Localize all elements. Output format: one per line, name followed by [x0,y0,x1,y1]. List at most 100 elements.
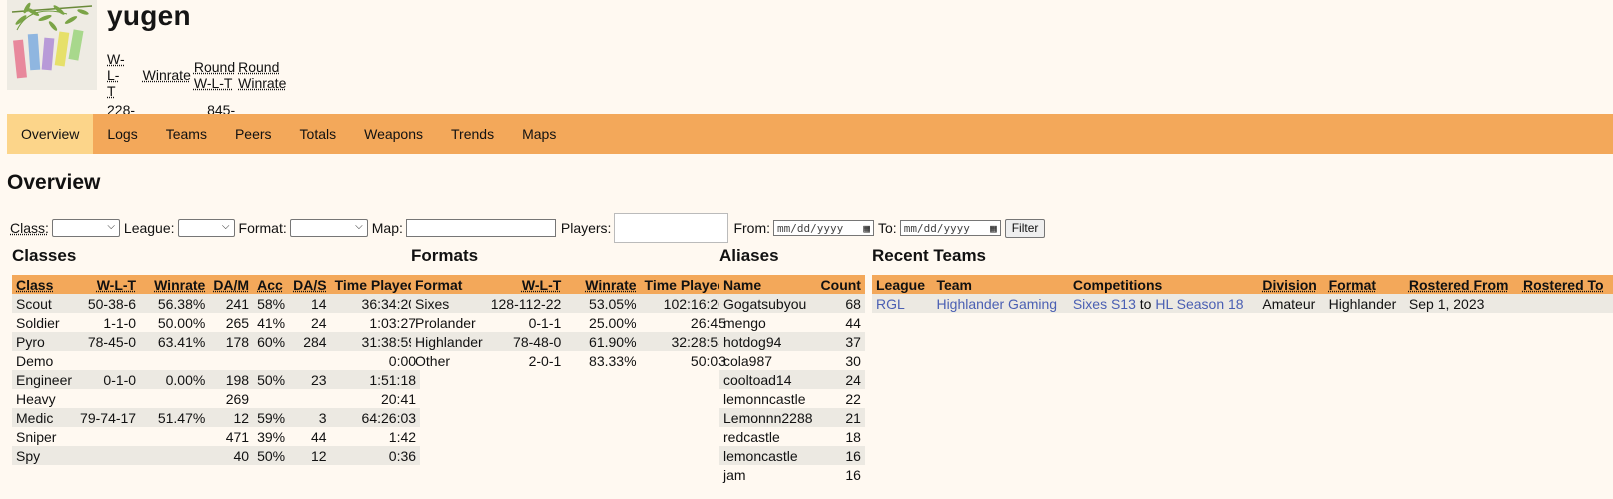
nav-tab-weapons[interactable]: Weapons [350,114,437,154]
table-cell: 3 [289,408,331,427]
nav-tab-teams[interactable]: Teams [152,114,221,154]
table-cell: 31:38:59 [330,332,421,351]
formats-header-winrate[interactable]: Winrate [565,275,641,294]
chevron-down-icon: ⌵ [221,221,230,232]
table-cell: 56.38% [140,294,210,313]
formats-title: Formats [411,246,479,265]
nav-tab-totals[interactable]: Totals [286,114,351,154]
players-input[interactable] [614,213,729,243]
table-row: Other 2-0-1 83.33% 50:03 [411,351,730,370]
table-cell: mengo [723,314,766,331]
table-cell: Other [415,352,451,369]
competition-from-link[interactable]: Sixes S13 [1073,296,1136,312]
table-cell: 83.33% [589,352,637,369]
table-cell: 63.41% [140,332,210,351]
table-cell: 78-45-0 [76,332,141,351]
nav-tab-overview[interactable]: Overview [7,114,94,154]
table-cell: Demo [16,352,54,369]
to-date-label: To: [878,220,897,236]
table-cell [140,351,209,370]
calendar-icon[interactable]: ▦ [990,222,997,235]
teams-header-format[interactable]: Format [1324,275,1405,294]
calendar-icon[interactable]: ▦ [863,222,870,235]
classes-header-wlt[interactable]: W-L-T [76,275,141,294]
table-cell: 53.05% [565,294,641,313]
filter-button[interactable]: Filter [1004,218,1046,238]
league-select[interactable]: ⌵ [177,219,235,237]
table-cell: 44 [311,428,327,445]
table-row: Heavy 269 20:41 [12,389,420,408]
teams-header-competitions[interactable]: Competitions [1068,275,1259,294]
table-cell: 471 [225,428,250,445]
map-input[interactable] [405,219,556,237]
table-cell: Sixes [411,294,487,313]
summary-header-winrate: Winrate [142,67,191,83]
table-cell: 58% [253,294,290,313]
table-cell: 14 [289,294,331,313]
table-cell: 30 [845,352,861,369]
table-row: Highlander 78-48-0 61.90% 32:28:53 [411,332,730,351]
table-cell: Prolander [415,314,476,331]
table-row: Spy 40 50% 12 0:36 [12,446,421,465]
table-cell: jam [723,466,746,483]
table-cell: 78-48-0 [486,332,566,351]
table-cell: 12 [209,408,254,427]
teams-header-rostered-from[interactable]: Rostered From [1404,275,1519,294]
team-link[interactable]: Highlander Gaming [936,296,1057,312]
teams-header-team[interactable]: Team [932,275,1069,294]
nav-tab-trends[interactable]: Trends [437,114,508,154]
table-cell: 61.90% [565,332,641,351]
table-cell: Lemonnn2288 [719,408,817,427]
table-cell: 60% [253,332,290,351]
formats-header-wlt[interactable]: W-L-T [486,275,566,294]
formats-header-format[interactable]: Format [411,275,487,294]
table-cell: Gogatsubyou [719,294,817,313]
teams-header-league[interactable]: League [872,275,933,294]
classes-header-das[interactable]: DA/S [289,275,331,294]
table-cell: 1:42 [388,428,417,445]
table-cell: 50% [253,446,290,465]
classes-header-class[interactable]: Class [12,275,77,294]
class-select[interactable]: ⌵ [51,219,120,237]
table-cell: 50% [253,370,290,389]
from-date-placeholder: mm/dd/yyyy [777,221,844,235]
table-row: Demo 0:00 [12,351,420,370]
aliases-header-count[interactable]: Count [816,275,865,294]
league-link[interactable]: RGL [876,296,905,312]
aliases-header-name[interactable]: Name [719,275,817,294]
table-cell: 24 [816,370,865,389]
classes-header-dam[interactable]: DA/M [209,275,254,294]
table-cell: 59% [253,408,290,427]
classes-header-winrate[interactable]: Winrate [140,275,210,294]
teams-header-division[interactable]: Division [1258,275,1325,294]
table-cell: 36:34:20 [330,294,421,313]
nav-tab-peers[interactable]: Peers [221,114,286,154]
table-cell: 25.00% [589,314,637,331]
table-cell: 102:16:20 [640,294,730,313]
table-row: Pyro 78-45-0 63.41% 178 60% 284 31:38:59 [12,332,421,351]
nav-tab-logs[interactable]: Logs [93,114,151,154]
players-filter-label: Players: [560,220,612,236]
team-format-cell: Highlander [1324,294,1405,313]
table-cell [289,351,330,370]
classes-table: Class W-L-T Winrate DA/M Acc DA/S Time P… [12,275,421,465]
table-cell: 18 [845,428,861,445]
classes-header-acc[interactable]: Acc [253,275,290,294]
table-cell: 284 [289,332,331,351]
table-cell: 269 [225,390,250,407]
table-cell: 1-1-0 [103,314,137,331]
to-date-input[interactable]: mm/dd/yyyy ▦ [899,220,1001,236]
classes-header-time[interactable]: Time Played [330,275,421,294]
formats-header-time[interactable]: Time Played [640,275,730,294]
from-date-input[interactable]: mm/dd/yyyy ▦ [773,220,875,236]
table-row: Gogatsubyou 68 [719,294,865,313]
competition-to-link[interactable]: HL Season 18 [1155,296,1243,312]
table-cell [76,427,140,446]
format-select[interactable]: ⌵ [289,219,368,237]
table-row: Lemonnn2288 21 [719,408,865,427]
summary-header-round-wlt: Round W-L-T [193,59,236,91]
table-cell: redcastle [723,428,780,445]
teams-header-rostered-to[interactable]: Rostered To [1518,275,1613,294]
competition-separator: to [1139,295,1152,312]
nav-tab-maps[interactable]: Maps [508,114,570,154]
